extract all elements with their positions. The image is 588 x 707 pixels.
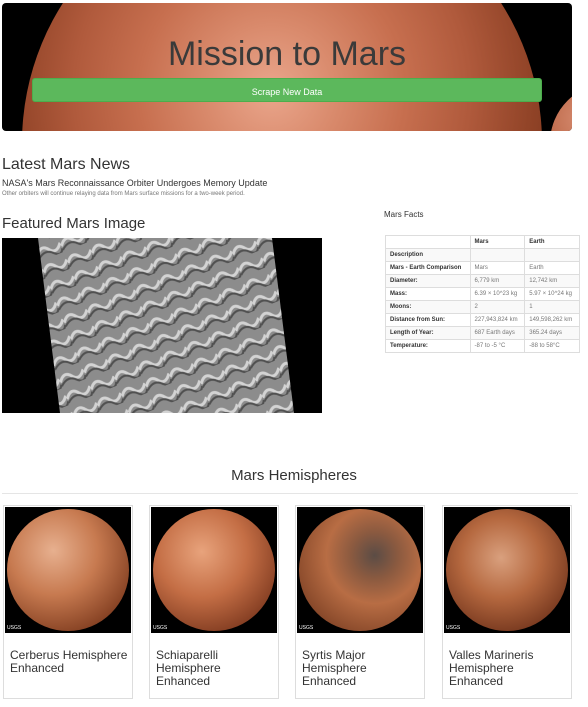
table-row: Description [385,248,580,262]
table-row: Distance from Sun: 227,943,824 km 149,59… [385,313,580,327]
fact-label: Description [385,248,471,262]
mars-facts-table: Mars Earth Description Mars - Earth Comp… [385,235,580,353]
hemisphere-card-schiaparelli[interactable]: USGS Schiaparelli Hemisphere Enhanced [149,505,279,699]
fact-mars-value: Mars [469,261,526,275]
hemispheres-heading: Mars Hemispheres [231,467,357,484]
featured-image-graphic [38,238,294,413]
table-row: Temperature: -87 to -5 °C -88 to 58°C [385,339,580,353]
mars-facts-heading: Mars Facts [384,210,424,219]
fact-earth-value [524,248,580,262]
fact-label: Diameter: [385,274,471,288]
table-row: Mars - Earth Comparison Mars Earth [385,261,580,275]
fact-earth-value: 12,742 km [524,274,580,288]
mars-globe-image [153,509,275,631]
fact-mars-value: -87 to -5 °C [469,339,526,353]
facts-column-header [385,235,471,249]
mars-globe-image [446,509,568,631]
usgs-logo: USGS [7,625,22,631]
usgs-logo: USGS [153,625,168,631]
hemisphere-thumbnail[interactable]: USGS [5,507,131,633]
hemisphere-title[interactable]: Valles Marineris Hemisphere Enhanced [449,649,567,688]
usgs-logo: USGS [299,625,314,631]
facts-column-header: Earth [524,235,580,249]
news-teaser: Other orbiters will continue relaying da… [2,191,245,197]
fact-mars-value [469,248,526,262]
fact-earth-value: 365.24 days [524,326,580,340]
facts-column-header: Mars [469,235,526,249]
fact-mars-value: 6.39 × 10^23 kg [469,287,526,301]
hemisphere-title[interactable]: Schiaparelli Hemisphere Enhanced [156,649,274,688]
fact-earth-value: Earth [524,261,580,275]
fact-label: Moons: [385,300,471,314]
fact-mars-value: 227,943,824 km [469,313,526,327]
mars-globe-image [7,509,129,631]
featured-image [2,238,322,413]
fact-mars-value: 6,779 km [469,274,526,288]
hemisphere-card-valles-marineris[interactable]: USGS Valles Marineris Hemisphere Enhance… [442,505,572,699]
table-row: Diameter: 6,779 km 12,742 km [385,274,580,288]
hemisphere-card-cerberus[interactable]: USGS Cerberus Hemisphere Enhanced [3,505,133,699]
table-row: Length of Year: 687 Earth days 365.24 da… [385,326,580,340]
featured-image-heading: Featured Mars Image [2,215,146,232]
fact-label: Temperature: [385,339,471,353]
news-heading: Latest Mars News [2,156,131,173]
hemisphere-title[interactable]: Cerberus Hemisphere Enhanced [10,649,128,675]
usgs-logo: USGS [446,625,461,631]
fact-earth-value: 1 [524,300,580,314]
fact-mars-value: 687 Earth days [469,326,526,340]
facts-header-row: Mars Earth [385,235,580,249]
fact-label: Mass: [385,287,471,301]
fact-earth-value: 149,598,262 km [524,313,580,327]
hemisphere-card-syrtis-major[interactable]: USGS Syrtis Major Hemisphere Enhanced [295,505,425,699]
fact-label: Distance from Sun: [385,313,471,327]
table-row: Mass: 6.39 × 10^23 kg 5.97 × 10^24 kg [385,287,580,301]
fact-earth-value: 5.97 × 10^24 kg [524,287,580,301]
fact-mars-value: 2 [469,300,526,314]
header-jumbotron: Mission to Mars Scrape New Data [2,3,572,131]
fact-earth-value: -88 to 58°C [524,339,580,353]
fact-label: Length of Year: [385,326,471,340]
moon-edge-image [550,83,572,131]
hemisphere-title[interactable]: Syrtis Major Hemisphere Enhanced [302,649,420,688]
section-divider [2,493,578,494]
news-headline: NASA's Mars Reconnaissance Orbiter Under… [2,178,268,188]
page-title: Mission to Mars [167,35,407,73]
fact-label: Mars - Earth Comparison [385,261,471,275]
hemisphere-thumbnail[interactable]: USGS [297,507,423,633]
hemisphere-thumbnail[interactable]: USGS [444,507,570,633]
scrape-new-data-button[interactable]: Scrape New Data [32,78,542,102]
mars-globe-image [299,509,421,631]
table-row: Moons: 2 1 [385,300,580,314]
hemisphere-thumbnail[interactable]: USGS [151,507,277,633]
